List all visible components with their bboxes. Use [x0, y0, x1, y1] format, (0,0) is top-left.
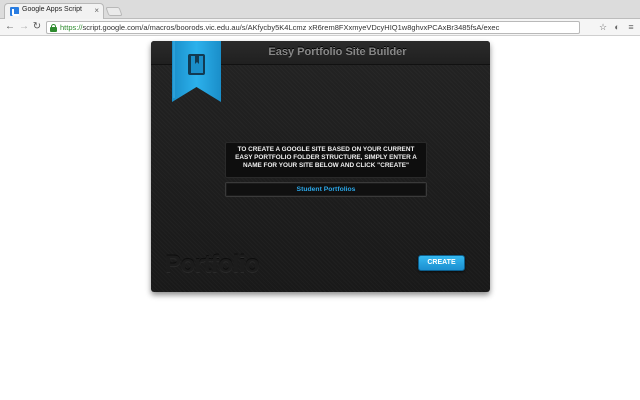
star-icon[interactable]: ☆ [598, 21, 608, 33]
portfolio-builder-panel: Easy Portfolio Site Builder TO CREATE A … [151, 41, 490, 292]
back-icon[interactable]: ← [4, 21, 16, 33]
new-tab-button[interactable] [105, 7, 123, 16]
instructions-text: TO CREATE A GOOGLE SITE BASED ON YOUR CU… [235, 146, 417, 170]
browser-tab[interactable]: Google Apps Script × [4, 3, 104, 19]
bookmark-icon [172, 41, 221, 102]
browser-toolbar: ← → ↻ https://script.google.com/a/macros… [0, 19, 640, 36]
forward-icon[interactable]: → [18, 21, 30, 33]
apps-script-favicon-icon [10, 7, 19, 16]
bookmark-ribbon-logo [172, 41, 221, 102]
reload-icon[interactable]: ↻ [31, 21, 43, 33]
lock-icon [50, 24, 57, 32]
menu-icon[interactable]: ≡ [626, 21, 636, 33]
address-bar[interactable]: https://script.google.com/a/macros/booro… [46, 21, 580, 34]
url-text: https://script.google.com/a/macros/booro… [60, 23, 500, 32]
tab-strip: Google Apps Script × [0, 0, 640, 19]
site-name-input[interactable] [225, 182, 427, 197]
extension-icon[interactable]: ◐ [612, 21, 622, 33]
tab-title: Google Apps Script [22, 6, 82, 13]
create-button[interactable]: CREATE [418, 255, 465, 271]
tab-close-icon[interactable]: × [94, 5, 99, 16]
portfolio-watermark: Portfolio [165, 251, 260, 278]
instructions-box: TO CREATE A GOOGLE SITE BASED ON YOUR CU… [225, 142, 427, 178]
toolbar-icons: ☆ ◐ ≡ [598, 21, 636, 33]
